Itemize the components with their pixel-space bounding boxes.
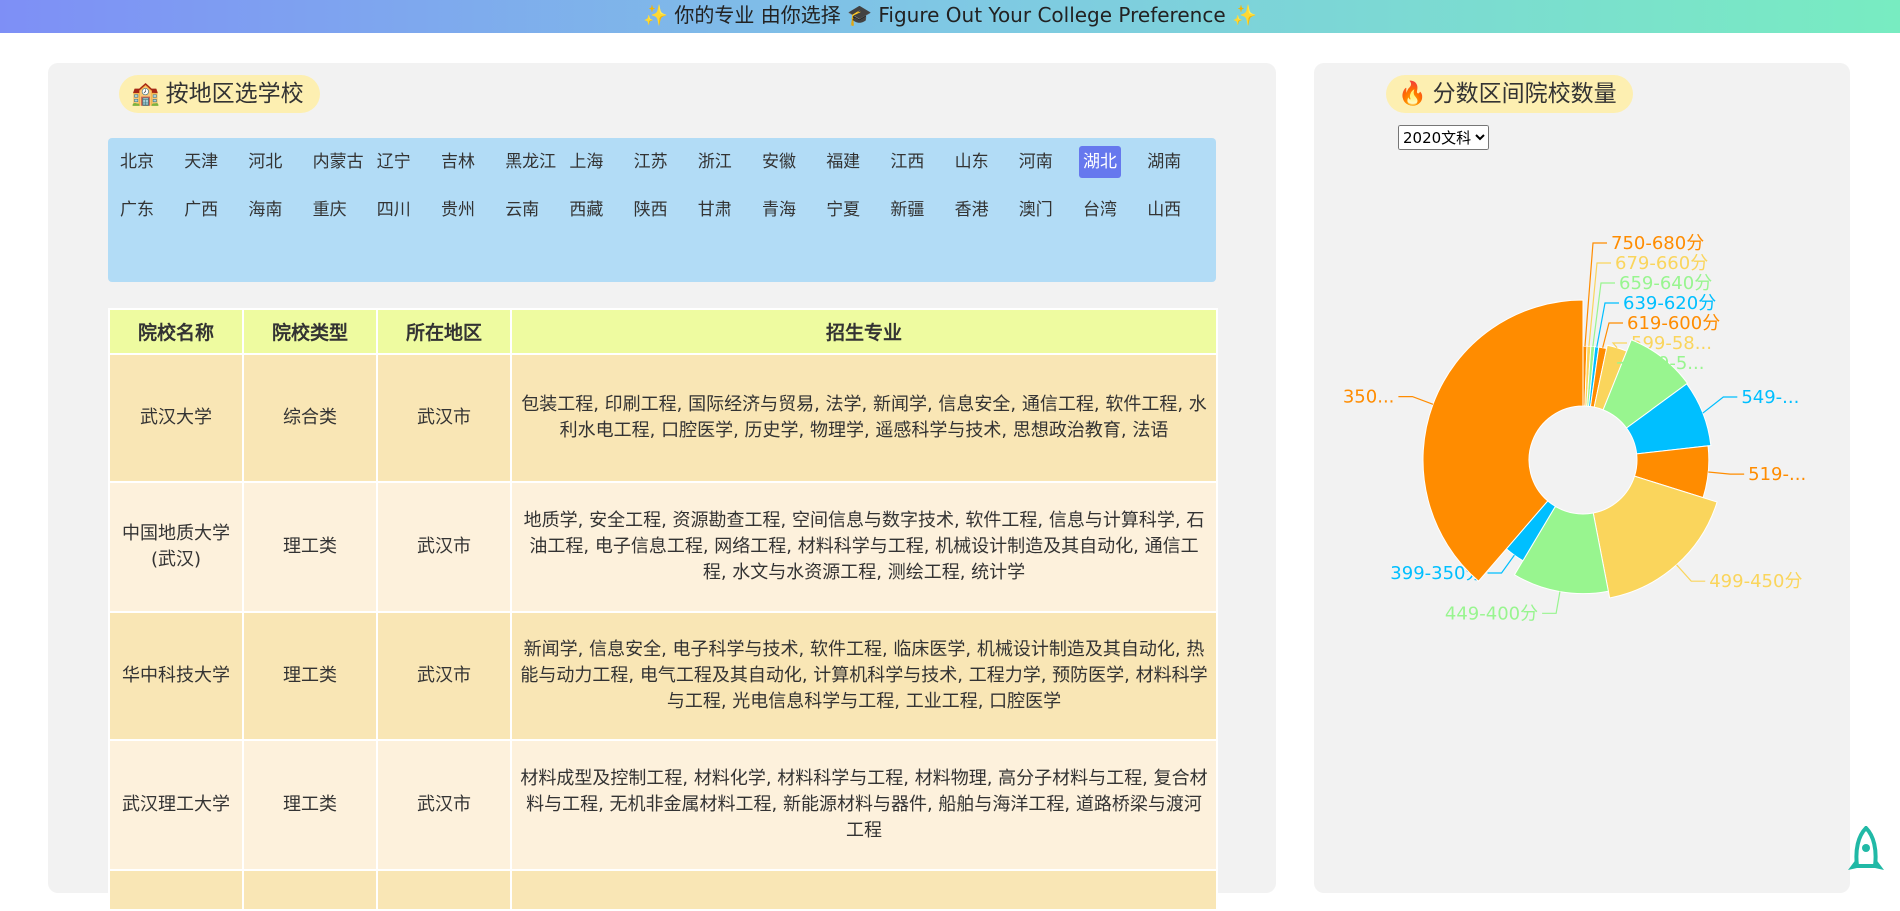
table-row: 武汉大学 综合类 武汉市 包装工程, 印刷工程, 国际经济与贸易, 法学, 新闻… [108, 353, 1218, 483]
region-tab[interactable]: 台湾 [1079, 194, 1121, 226]
top-banner: ✨ 你的专业 由你选择 🎓 Figure Out Your College Pr… [0, 0, 1900, 33]
region-tab[interactable]: 江苏 [630, 146, 672, 178]
region-tab[interactable]: 湖北 [1079, 146, 1121, 178]
region-panel: 🏫 按地区选学校 北京 天津 河北 内蒙古 辽宁 吉林 黑龙江 上海 江苏 浙江 安徽 福建 江西 山东 河南… [48, 63, 1276, 911]
region-tab[interactable]: 云南 [501, 194, 543, 226]
school-majors: 新闻学, 信息安全, 电子科学与技术, 软件工程, 临床医学, 机械设计制造及其… [510, 611, 1218, 741]
region-tab[interactable]: 江西 [886, 146, 928, 178]
slice-leader-line [1708, 471, 1745, 475]
region-tab[interactable]: 湖南 [1143, 146, 1185, 178]
slice-label: 350... [1343, 387, 1395, 408]
score-range-donut-chart: 750-680分679-660分659-640分639-620分619-600分… [1343, 233, 1806, 624]
region-tab[interactable]: 山东 [951, 146, 993, 178]
school-city: 武汉市 [376, 739, 512, 871]
school-name: 武汉大学 [108, 353, 244, 483]
region-tab[interactable]: 北京 [116, 146, 158, 178]
header-type: 院校类型 [242, 308, 378, 355]
region-tab[interactable]: 海南 [244, 194, 286, 226]
region-tab[interactable]: 新疆 [886, 194, 928, 226]
slice-label: 579-5... [1635, 353, 1704, 374]
slice-label: 499-450分 [1709, 571, 1802, 592]
region-tab[interactable]: 宁夏 [822, 194, 864, 226]
school-majors: 材料成型及控制工程, 材料化学, 材料科学与工程, 材料物理, 高分子材料与工程… [510, 739, 1218, 871]
header-name: 院校名称 [108, 308, 244, 355]
region-tab[interactable]: 重庆 [309, 194, 351, 226]
region-tab[interactable]: 天津 [180, 146, 222, 178]
region-section-title: 🏫 按地区选学校 [119, 75, 320, 113]
school-city: 武汉市 [376, 353, 512, 483]
table-row [108, 869, 1218, 911]
table-row: 华中科技大学 理工类 武汉市 新闻学, 信息安全, 电子科学与技术, 软件工程,… [108, 611, 1218, 741]
slice-label: 679-660分 [1615, 253, 1708, 274]
slice-label: 519-... [1748, 464, 1806, 485]
sparkle-icon: ✨ [643, 3, 669, 27]
school-city: 武汉市 [376, 481, 512, 613]
region-tab[interactable]: 青海 [758, 194, 800, 226]
school-city: 武汉市 [376, 611, 512, 741]
region-tab[interactable]: 安徽 [758, 146, 800, 178]
slice-label: 549-... [1741, 387, 1799, 408]
table-header-row: 院校名称 院校类型 所在地区 招生专业 [108, 308, 1218, 355]
table-row: 武汉理工大学 理工类 武汉市 材料成型及控制工程, 材料化学, 材料科学与工程,… [108, 739, 1218, 871]
school-type: 理工类 [242, 739, 378, 871]
rocket-icon[interactable] [1840, 826, 1892, 876]
school-name: 华中科技大学 [108, 611, 244, 741]
slice-leader-line [1702, 396, 1738, 414]
banner-text: 你的专业 由你选择 🎓 Figure Out Your College Pref… [674, 3, 1226, 27]
region-tab[interactable]: 澳门 [1015, 194, 1057, 226]
header-majors: 招生专业 [510, 308, 1218, 355]
slice-leader-line [1584, 242, 1607, 347]
school-name: 武汉理工大学 [108, 739, 244, 871]
school-name: 中国地质大学(武汉) [108, 481, 244, 613]
region-tab[interactable]: 陕西 [630, 194, 672, 226]
region-tab[interactable]: 河南 [1015, 146, 1057, 178]
region-tab[interactable]: 福建 [822, 146, 864, 178]
region-tab[interactable]: 广东 [116, 194, 158, 226]
region-filter-bar: 北京 天津 河北 内蒙古 辽宁 吉林 黑龙江 上海 江苏 浙江 安徽 福建 江西 山东 河南 湖北 湖南广东 广西… [108, 138, 1216, 282]
slice-leader-line [1676, 564, 1706, 582]
region-tab[interactable]: 广西 [180, 194, 222, 226]
slice-label: 619-600分 [1627, 313, 1720, 334]
region-tab[interactable]: 吉林 [437, 146, 479, 178]
slice-leader-line [1602, 322, 1623, 348]
school-majors: 地质学, 安全工程, 资源勘查工程, 空间信息与数字技术, 软件工程, 信息与计… [510, 481, 1218, 613]
region-tab[interactable]: 辽宁 [373, 146, 415, 178]
region-tab[interactable]: 甘肃 [694, 194, 736, 226]
slice-label: 449-400分 [1445, 603, 1538, 624]
school-type: 理工类 [242, 481, 378, 613]
slice-leader-line [1588, 262, 1611, 347]
school-type: 综合类 [242, 353, 378, 483]
region-tab[interactable]: 香港 [951, 194, 993, 226]
region-tab[interactable]: 上海 [565, 146, 607, 178]
slice-label: 750-680分 [1611, 233, 1704, 254]
region-tab[interactable]: 西藏 [565, 194, 607, 226]
slice-label: 659-640分 [1619, 273, 1712, 294]
school-icon: 🏫 [131, 81, 160, 107]
school-majors: 包装工程, 印刷工程, 国际经济与贸易, 法学, 新闻学, 信息安全, 通信工程… [510, 353, 1218, 483]
region-tab[interactable]: 四川 [373, 194, 415, 226]
region-tab[interactable]: 山西 [1143, 194, 1185, 226]
school-type: 理工类 [242, 611, 378, 741]
header-city: 所在地区 [376, 308, 512, 355]
slice-leader-line [1542, 591, 1561, 614]
region-tab[interactable]: 内蒙古 [309, 146, 368, 178]
slice-label: 639-620分 [1623, 293, 1716, 314]
school-table: 院校名称 院校类型 所在地区 招生专业 武汉大学 综合类 武汉市 包装工程, 印… [108, 308, 1218, 911]
region-title-text: 按地区选学校 [165, 81, 304, 107]
sparkle-icon: ✨ [1231, 3, 1257, 27]
table-row: 中国地质大学(武汉) 理工类 武汉市 地质学, 安全工程, 资源勘查工程, 空间… [108, 481, 1218, 613]
slice-leader-line [1398, 395, 1434, 405]
region-tab[interactable]: 河北 [244, 146, 286, 178]
slice-leader-line [1592, 282, 1615, 347]
region-tab[interactable]: 黑龙江 [501, 146, 560, 178]
region-tab[interactable]: 贵州 [437, 194, 479, 226]
region-tab[interactable]: 浙江 [694, 146, 736, 178]
